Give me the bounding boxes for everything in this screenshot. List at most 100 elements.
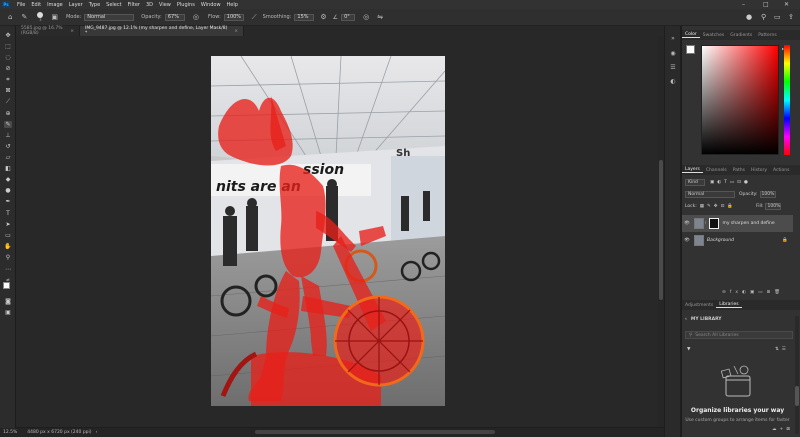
tab-libraries[interactable]: Libraries — [716, 302, 742, 308]
layer-name[interactable]: Background — [707, 238, 734, 243]
smoothing-input[interactable]: 15% — [294, 13, 315, 21]
hand-tool-icon[interactable]: ✋ — [4, 243, 12, 250]
menu-edit[interactable]: Edit — [28, 2, 44, 8]
home-icon[interactable]: ⌂ — [8, 13, 12, 21]
brush-settings-icon[interactable]: ▣ — [51, 13, 58, 21]
saturation-brightness-field[interactable] — [701, 45, 779, 155]
layer-name[interactable]: my sharpen and define — [722, 221, 774, 226]
menu-file[interactable]: File — [14, 2, 28, 8]
pressure-size-icon[interactable]: ◎ — [363, 13, 369, 21]
search-icon[interactable]: ⚲ — [761, 13, 766, 21]
tab-channels[interactable]: Channels — [703, 168, 730, 173]
menu-help[interactable]: Help — [224, 2, 241, 8]
close-window-button[interactable]: ✕ — [784, 1, 789, 8]
share-icon[interactable]: ⇪ — [788, 13, 794, 21]
document-image[interactable]: nits are an ssion Sh — [211, 56, 445, 406]
blend-mode-select[interactable]: Normal — [685, 191, 735, 198]
menu-select[interactable]: Select — [103, 2, 124, 8]
menu-filter[interactable]: Filter — [125, 2, 143, 8]
properties-icon[interactable]: ☰ — [669, 64, 677, 72]
libraries-scroll-thumb[interactable] — [795, 386, 799, 406]
tab-swatches[interactable]: Swatches — [700, 33, 728, 38]
dodge-tool-icon[interactable]: ● — [4, 187, 12, 194]
menu-3d[interactable]: 3D — [143, 2, 156, 8]
layer-action-icons[interactable]: ⊖fx◐▣▭⊞🗑 — [722, 290, 784, 295]
tab-img-9487[interactable]: IMG_9487.jpg @ 12.1% (my sharpen and def… — [80, 26, 244, 36]
layer-mask-thumbnail[interactable] — [709, 218, 720, 229]
filter-icon[interactable]: ▼ — [687, 347, 690, 352]
foreground-color-swatch[interactable] — [3, 282, 10, 289]
gradient-tool-icon[interactable]: ◧ — [4, 165, 12, 172]
angle-input[interactable]: 0° — [341, 13, 356, 21]
hue-slider-handle[interactable]: ▸ — [782, 46, 784, 51]
mode-select[interactable]: Normal — [84, 13, 135, 21]
marquee-tool-icon[interactable]: ⬚ — [4, 43, 12, 50]
menu-view[interactable]: View — [156, 2, 174, 8]
back-icon[interactable]: ‹ — [685, 317, 687, 322]
airbrush-icon[interactable]: ⟋ — [252, 13, 257, 22]
quick-mask-icon[interactable]: ◙ — [4, 298, 12, 305]
layer-row-sharpen[interactable]: 👁 ⁞ my sharpen and define — [682, 215, 793, 232]
healing-brush-tool-icon[interactable]: ⊕ — [4, 110, 12, 117]
rectangle-tool-icon[interactable]: ▭ — [4, 232, 12, 239]
visibility-eye-icon[interactable]: 👁 — [682, 238, 692, 243]
layer-row-background[interactable]: 👁 Background 🔒 — [682, 232, 793, 249]
tab-5585[interactable]: 5585.jpg @ 16.7% (RGB/8) × — [16, 26, 80, 36]
tab-color[interactable]: Color — [682, 32, 700, 38]
symmetry-icon[interactable]: ⇋ — [377, 13, 383, 21]
brush-tool-icon[interactable]: ✎ — [4, 121, 12, 128]
frame-tool-icon[interactable]: ⊠ — [4, 87, 12, 94]
pen-tool-icon[interactable]: ✒ — [4, 198, 12, 205]
minimize-button[interactable]: – — [742, 1, 745, 8]
hue-slider[interactable] — [784, 45, 790, 155]
view-options-icons[interactable]: ⇅☰ — [775, 347, 789, 352]
crop-tool-icon[interactable]: ⌗ — [4, 76, 12, 83]
blur-tool-icon[interactable]: ◆ — [4, 176, 12, 183]
layer-filter-kind[interactable]: Kind — [685, 179, 705, 186]
eraser-tool-icon[interactable]: ▱ — [4, 154, 12, 161]
layer-opacity-input[interactable]: 100% — [759, 191, 776, 198]
brush-tool-icon[interactable]: ✎ — [21, 13, 27, 21]
menu-image[interactable]: Image — [44, 2, 66, 8]
opacity-input[interactable]: 67% — [164, 13, 185, 21]
close-tab-icon[interactable]: × — [70, 29, 74, 34]
tab-adjustments[interactable]: Adjustments — [682, 303, 716, 308]
quick-select-tool-icon[interactable]: ⊘ — [4, 65, 12, 72]
brush-preset-picker[interactable]: 3 — [37, 11, 44, 23]
tab-history[interactable]: History — [748, 168, 770, 173]
menu-layer[interactable]: Layer — [66, 2, 86, 8]
history-brush-tool-icon[interactable]: ↺ — [4, 143, 12, 150]
tab-paths[interactable]: Paths — [730, 168, 748, 173]
tab-layers[interactable]: Layers — [682, 167, 703, 173]
tab-gradients[interactable]: Gradients — [727, 33, 755, 38]
tab-patterns[interactable]: Patterns — [755, 33, 780, 38]
lock-icons[interactable]: ▦✎✥⊡🔒 — [700, 204, 736, 209]
learn-icon[interactable]: ◉ — [669, 50, 677, 58]
screen-mode-icon[interactable]: ▣ — [4, 309, 12, 316]
close-tab-icon[interactable]: × — [234, 29, 238, 34]
zoom-level[interactable]: 12.5% — [3, 430, 17, 435]
tab-actions[interactable]: Actions — [770, 168, 792, 173]
menu-plugins[interactable]: Plugins — [174, 2, 198, 8]
libraries-scrollbar[interactable] — [795, 316, 799, 434]
foreground-swatch[interactable] — [686, 45, 695, 54]
pressure-opacity-icon[interactable]: ◎ — [193, 13, 199, 21]
path-select-tool-icon[interactable]: ➤ — [4, 221, 12, 228]
lasso-tool-icon[interactable]: ◌ — [4, 54, 12, 61]
clone-stamp-tool-icon[interactable]: ⊥ — [4, 132, 12, 139]
workspace-icon[interactable]: ▭ — [774, 13, 781, 21]
horizontal-scroll-thumb[interactable] — [255, 430, 495, 434]
flow-input[interactable]: 100% — [223, 13, 244, 21]
more-tools-icon[interactable]: ⋯ — [4, 266, 12, 273]
zoom-tool-icon[interactable]: ⚲ — [4, 254, 12, 261]
collapse-panels-icon[interactable]: » — [669, 35, 677, 43]
menu-type[interactable]: Type — [86, 2, 103, 8]
profile-icon[interactable]: ● — [746, 13, 752, 21]
fill-input[interactable]: 100% — [765, 203, 782, 210]
vertical-scroll-thumb[interactable] — [659, 160, 663, 300]
move-tool-icon[interactable]: ✥ — [4, 32, 12, 39]
visibility-eye-icon[interactable]: 👁 — [682, 221, 692, 226]
library-add-icons[interactable]: ☁+⊠ — [772, 427, 793, 432]
library-search[interactable]: ⚲ Search All Libraries — [685, 331, 793, 339]
layer-filter-icons[interactable]: ▣◐T▭⊡● — [710, 180, 751, 185]
